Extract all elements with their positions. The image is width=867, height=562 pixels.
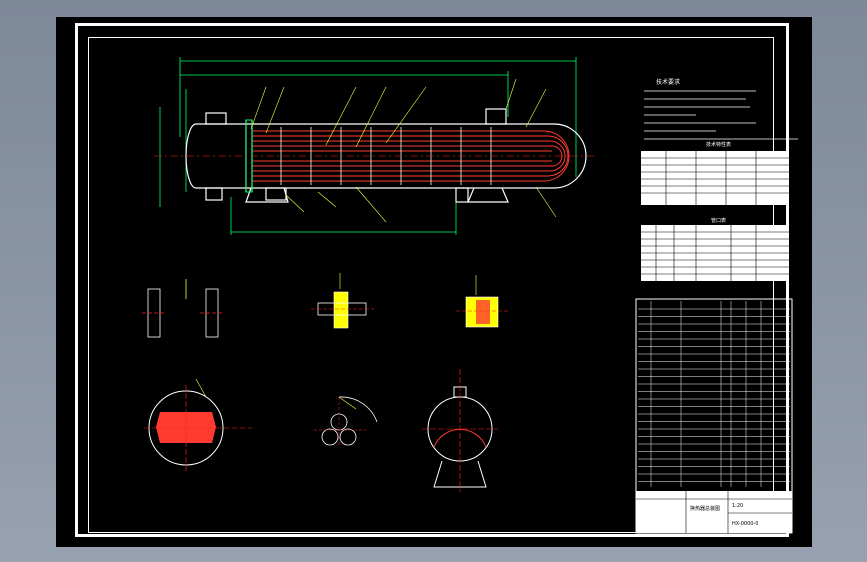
detail-tubesheet-layout — [144, 378, 252, 472]
scale-value: 1:20 — [732, 503, 743, 509]
title-block-bg — [636, 491, 792, 533]
spec-table-bg — [641, 151, 789, 205]
parts-list-grid — [638, 301, 790, 487]
main-elevation-view — [154, 57, 596, 235]
spec-table-title: 技术特性表 — [706, 141, 731, 148]
notes-lines — [644, 90, 798, 140]
part-name: 换热器总装图 — [690, 505, 720, 512]
technical-notes: 技术要求 — [644, 78, 798, 140]
detail-hatched-block — [456, 275, 508, 328]
notes-header: 技术要求 — [656, 78, 680, 86]
drawing-canvas: 技术要求 技术特性表 管口表 换热器总装图 HX-0000-0 1:20 — [142, 57, 798, 534]
cad-viewport: 技术要求 技术特性表 管口表 换热器总装图 HX-0000-0 1:20 — [0, 0, 867, 562]
nozzle-table: 管口表 — [641, 217, 789, 281]
detail-tube-arrangement — [314, 396, 378, 447]
nozzle-table-title: 管口表 — [711, 217, 726, 224]
title-block: 换热器总装图 HX-0000-0 1:20 — [636, 491, 792, 533]
detail-flange-sections — [142, 279, 224, 338]
drawing-sheet: 技术要求 技术特性表 管口表 换热器总装图 HX-0000-0 1:20 — [56, 17, 812, 547]
detail-end-view — [422, 369, 498, 492]
detail-nozzle-weld — [311, 273, 374, 329]
drawing-number: HX-0000-0 — [732, 521, 758, 527]
spec-table: 技术特性表 — [641, 141, 789, 205]
